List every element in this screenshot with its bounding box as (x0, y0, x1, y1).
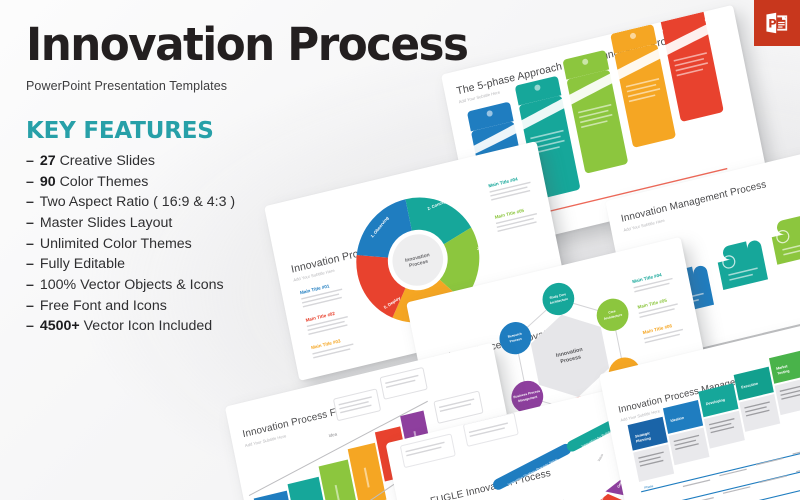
feature-label: Vector Icon Included (83, 318, 213, 335)
feature-dash: – (26, 173, 34, 190)
slide-title: Innovation Process Management (617, 371, 758, 416)
feature-count: 90 (35, 173, 60, 190)
feature-item: – Unlimited Color Themes (26, 234, 326, 255)
feature-label: Free Font and Icons (39, 297, 167, 314)
svg-text:Innovation: Innovation (556, 347, 584, 359)
intro-panel: Innovation Process PowerPoint Presentati… (26, 18, 469, 337)
svg-text:Management: Management (518, 394, 539, 403)
svg-text:Process: Process (560, 354, 582, 365)
svg-text:Architecture: Architecture (549, 297, 568, 305)
feature-label: 100% Vector Objects & Icons (39, 276, 224, 293)
feature-dash: – (26, 194, 34, 211)
feature-item: – 90 Color Themes (26, 172, 326, 193)
svg-text:Study Core: Study Core (549, 292, 567, 300)
feature-label: Unlimited Color Themes (39, 235, 192, 252)
svg-text:Main Title #05: Main Title #05 (637, 298, 668, 310)
svg-text:Phase: Phase (644, 484, 654, 490)
svg-text:Business Process: Business Process (513, 389, 541, 399)
feature-count: 4500+ (35, 318, 84, 335)
svg-text:Main Title #05: Main Title #05 (494, 208, 525, 220)
svg-text:Innovation: Innovation (405, 252, 431, 264)
slide-title: The 5-phase Approach To The Innovation P… (455, 30, 689, 98)
svg-text:Unique: Unique (596, 496, 605, 500)
feature-dash: – (26, 318, 34, 335)
feature-label: Fully Editable (39, 256, 126, 273)
key-features-heading: KEY FEATURES (26, 118, 214, 144)
feature-item: – Fully Editable (26, 254, 326, 275)
svg-text:Market: Market (776, 364, 789, 371)
svg-text:3. Curate: 3. Curate (477, 246, 496, 253)
svg-text:Testing: Testing (777, 369, 790, 376)
feature-count: 27 (35, 153, 60, 169)
svg-text:Main Title #04: Main Title #04 (488, 176, 519, 188)
feature-label: Creative Slides (59, 153, 155, 169)
slide-title: Innovation Process Funnel (241, 401, 362, 441)
svg-text:Value: Value (597, 453, 605, 462)
feature-item: – 4500+ Vector Icon Included (26, 316, 326, 337)
svg-text:Process: Process (409, 259, 429, 269)
svg-text:2. Concept: 2. Concept (427, 198, 449, 211)
feature-label: Color Themes (59, 173, 149, 190)
powerpoint-logo-icon: P (754, 0, 800, 46)
slide-title: The FUGLE Innovation Process (409, 467, 552, 500)
page-title: Innovation Process (26, 18, 469, 71)
feature-dash: – (26, 276, 34, 293)
svg-text:Main Title #06: Main Title #06 (642, 323, 673, 335)
svg-text:Planning: Planning (636, 436, 652, 443)
svg-text:Idea: Idea (328, 431, 338, 438)
svg-text:Developing: Developing (706, 398, 726, 406)
feature-item: – 27 Creative Slides (26, 151, 326, 172)
svg-text:5. Deploy: 5. Deploy (383, 295, 402, 310)
feature-item: – Master Slides Layout (26, 213, 326, 234)
feature-dash: – (26, 214, 34, 231)
svg-text:1. Observing: 1. Observing (369, 215, 389, 238)
feature-item: – Two Aspect Ratio ( 16:9 & 4:3 ) (26, 192, 326, 213)
feature-label: Two Aspect Ratio ( 16:9 & 4:3 ) (39, 194, 236, 211)
feature-dash: – (26, 153, 34, 169)
svg-text:P: P (768, 17, 776, 31)
feature-label: Master Slides Layout (39, 214, 173, 231)
svg-text:Ideation: Ideation (670, 416, 684, 423)
feature-dash: – (26, 297, 34, 314)
key-features-list: – 27 Creative Slides – 90 Color Themes – T… (26, 151, 326, 337)
svg-text:Architecture: Architecture (603, 313, 622, 321)
feature-item: – 100% Vector Objects & Icons (26, 275, 326, 296)
feature-dash: – (26, 256, 34, 273)
svg-text:Main Title #04: Main Title #04 (632, 272, 663, 284)
page-subtitle: PowerPoint Presentation Templates (26, 79, 228, 93)
svg-text:Core: Core (608, 309, 616, 315)
feature-dash: – (26, 235, 34, 252)
svg-text:Main Title #03: Main Title #03 (311, 338, 342, 350)
feature-item: – Free Font and Icons (26, 296, 326, 317)
svg-text:Strategic: Strategic (635, 431, 651, 439)
